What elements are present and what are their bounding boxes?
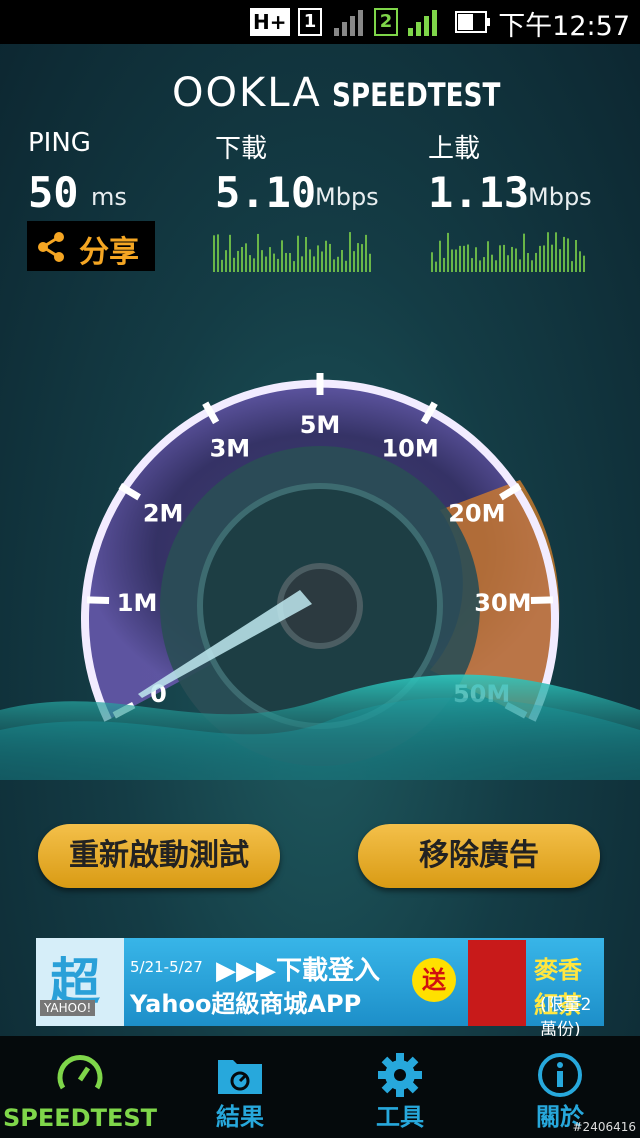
upload-label: 上載 bbox=[428, 134, 481, 164]
ad-date: 5/21-5/27 bbox=[130, 958, 203, 976]
ad-content: 5/21-5/27 ▶▶▶下載登入 Yahoo超級商城APP 送 麥香紅茶 (限… bbox=[124, 938, 604, 1040]
download-label: 下載 bbox=[215, 134, 268, 164]
status-bar: H+ 1 2 下午12:57 bbox=[0, 0, 640, 44]
results-folder-icon bbox=[218, 1060, 262, 1094]
speed-gauge: 01M2M3M5M10M20M30M50M bbox=[0, 373, 640, 780]
upload-unit: Mbps bbox=[528, 183, 592, 211]
gauge-tick bbox=[530, 596, 554, 604]
ad-logo-panel: 超 YAHOO! bbox=[36, 938, 124, 1026]
restart-test-button[interactable]: 重新啟動測試 bbox=[38, 824, 280, 888]
share-icon bbox=[38, 232, 64, 262]
tab-label: 工具 bbox=[376, 1103, 424, 1131]
ad-line2: Yahoo超級商城APP bbox=[130, 990, 362, 1018]
info-icon bbox=[538, 1053, 582, 1097]
ping-unit: ms bbox=[91, 183, 127, 211]
speedometer-icon bbox=[57, 1055, 103, 1090]
download-value: 5.10 bbox=[215, 168, 317, 217]
sim2-icon: 2 bbox=[374, 8, 398, 40]
ad-send-badge: 送 bbox=[412, 958, 456, 1002]
tab-label: 結果 bbox=[216, 1103, 264, 1131]
gauge-tick bbox=[86, 596, 110, 604]
share-button[interactable]: 分享 bbox=[27, 221, 155, 271]
download-unit: Mbps bbox=[315, 183, 379, 211]
ad-banner[interactable]: 超 YAHOO! 5/21-5/27 ▶▶▶下載登入 Yahoo超級商城APP … bbox=[36, 938, 604, 1040]
gauge-tick-label: 30M bbox=[474, 589, 531, 617]
tab-label: SPEEDTEST bbox=[2, 1104, 157, 1132]
bottom-tab-bar: SPEEDTEST 結果 工具 關於 bbox=[0, 1036, 640, 1138]
ad-line1: ▶▶▶下載登入 bbox=[216, 956, 380, 986]
gauge-tick-label: 3M bbox=[210, 435, 251, 463]
gauge-tick-label: 5M bbox=[300, 411, 341, 439]
ping-label: PING bbox=[28, 128, 91, 158]
speedtest-logo: SPEEDTEST bbox=[332, 76, 501, 114]
download-sparkline bbox=[213, 232, 371, 272]
gauge-tick-label: 2M bbox=[143, 500, 184, 528]
tab-speedtest[interactable]: SPEEDTEST bbox=[0, 1036, 160, 1138]
watermark: #2406416 bbox=[572, 1120, 637, 1134]
signal-bars-green-icon bbox=[408, 10, 437, 36]
battery-icon bbox=[455, 11, 490, 33]
ping-value: 50 bbox=[28, 168, 79, 217]
gear-icon bbox=[378, 1053, 422, 1097]
share-label: 分享 bbox=[79, 235, 139, 270]
sim1-icon: 1 bbox=[298, 8, 322, 40]
gauge-tick-label: 20M bbox=[448, 500, 505, 528]
ad-yahoo-label: YAHOO! bbox=[40, 1000, 96, 1016]
gauge-tick-label: 1M bbox=[117, 589, 158, 617]
tab-tools[interactable]: 工具 bbox=[320, 1036, 480, 1138]
clock: 下午12:57 bbox=[498, 11, 630, 42]
tab-results[interactable]: 結果 bbox=[160, 1036, 320, 1138]
upload-value: 1.13 bbox=[428, 168, 530, 217]
gauge-tick-label: 10M bbox=[381, 435, 438, 463]
ookla-logo: OOKLA bbox=[172, 70, 322, 116]
ad-product-image bbox=[468, 940, 526, 1026]
upload-sparkline bbox=[431, 232, 585, 272]
network-type-icon: H+ bbox=[250, 8, 290, 40]
remove-ads-button[interactable]: 移除廣告 bbox=[358, 824, 600, 888]
ad-limit-text: (限量2萬份) bbox=[540, 995, 592, 1040]
signal-bars-icon bbox=[334, 10, 363, 36]
app-header: OOKLA SPEEDTEST bbox=[0, 70, 640, 120]
